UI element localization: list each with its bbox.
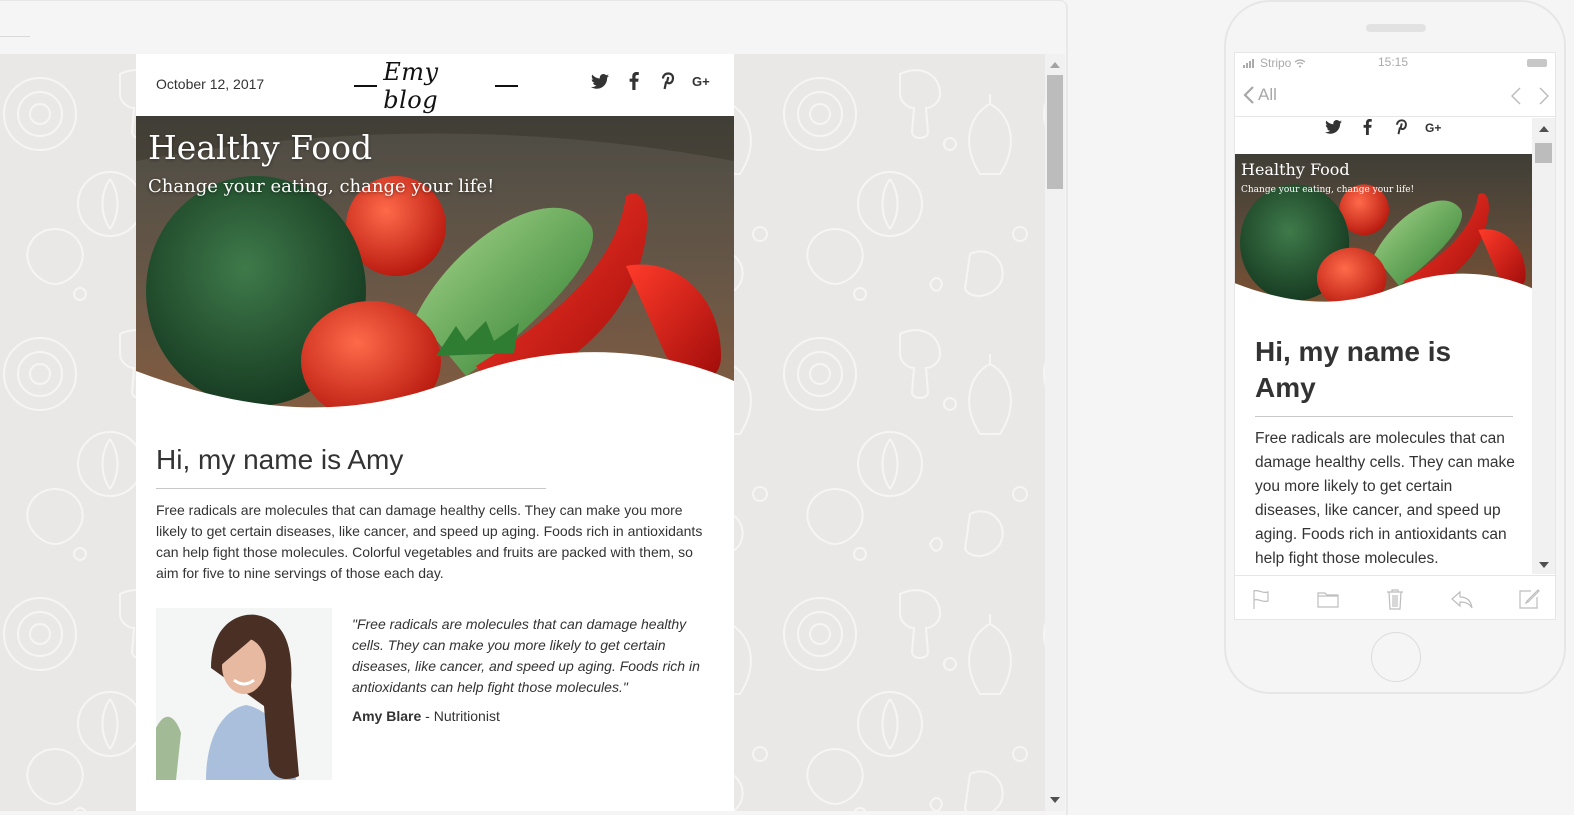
chevron-left-icon [1243,86,1254,104]
svg-text:G+: G+ [1425,121,1441,134]
google-plus-icon[interactable]: G+ [1425,118,1445,136]
mobile-greeting-heading: Hi, my name is Amy [1255,336,1452,403]
desktop-toolbar [0,1,1066,54]
divider [156,488,546,489]
mobile-hero-title: Healthy Food [1241,160,1350,179]
phone-speaker [1366,24,1426,32]
quote-text: "Free radicals are molecules that can da… [352,616,700,695]
email-content: Hi, my name is Amy Free radicals are mol… [136,444,734,780]
greeting-heading: Hi, my name is Amy [156,444,404,475]
wifi-icon [1294,58,1306,67]
author-role: - Nutritionist [421,708,500,724]
scroll-down-arrow[interactable] [1050,797,1060,803]
carrier: Stripo [1243,56,1306,70]
blog-logo[interactable]: Emy blog [354,58,518,114]
chevron-right-icon [1539,87,1550,105]
scroll-thumb[interactable] [1047,75,1063,189]
logo-dash-left [354,85,378,87]
mobile-divider [1255,416,1513,417]
pinterest-icon[interactable] [658,71,678,91]
reply-icon[interactable] [1450,587,1474,611]
mail-navbar: All [1235,75,1555,117]
chevron-left-icon [1510,87,1521,105]
mobile-email-viewport[interactable]: G+ Healthy Food Change your eating, chan… [1235,118,1532,574]
email-canvas[interactable]: October 12, 2017 Emy blog G+ Healthy Foo… [0,54,1045,811]
quote-author: Amy Blare - Nutritionist [352,708,704,724]
hero-banner: Healthy Food Change your eating, change … [136,116,734,412]
mobile-intro-paragraph: Free radicals are molecules that can dam… [1255,430,1515,567]
scroll-down-arrow[interactable] [1539,562,1549,568]
phone-screen: Stripo 15:15 All G+ Healthy Food Change … [1234,52,1556,620]
email-body: October 12, 2017 Emy blog G+ Healthy Foo… [136,54,734,811]
email-date: October 12, 2017 [156,76,265,92]
next-message-button[interactable] [1539,87,1550,110]
compose-icon[interactable] [1517,587,1541,611]
desktop-scrollbar[interactable] [1045,54,1065,811]
back-button[interactable]: All [1243,85,1277,105]
flag-icon[interactable] [1249,587,1273,611]
facebook-icon[interactable] [624,71,644,91]
quote-column: "Free radicals are molecules that can da… [352,608,704,780]
testimonial: "Free radicals are molecules that can da… [156,608,714,780]
signal-icon [1243,58,1254,68]
mobile-scrollbar[interactable] [1532,118,1555,574]
social-links: G+ [590,71,712,91]
hero-title: Healthy Food [148,128,373,167]
mobile-hero-banner: Healthy Food Change your eating, change … [1235,154,1532,304]
email-header: October 12, 2017 Emy blog G+ [136,54,734,116]
facebook-icon[interactable] [1357,118,1377,136]
logo-text: Emy blog [383,58,439,114]
mobile-hero-subtitle: Change your eating, change your life! [1241,185,1415,195]
twitter-icon[interactable] [590,71,610,91]
mobile-preview: Stripo 15:15 All G+ Healthy Food Change … [1224,0,1566,694]
hero-subtitle: Change your eating, change your life! [148,176,495,197]
scroll-thumb[interactable] [1535,143,1552,163]
status-time: 15:15 [1378,55,1409,69]
desktop-preview: October 12, 2017 Emy blog G+ Healthy Foo… [0,0,1068,815]
status-bar: Stripo 15:15 [1235,53,1555,75]
author-photo [156,608,332,780]
folder-icon[interactable] [1316,587,1340,611]
toolbar-tab-indicator [0,36,30,37]
google-plus-icon[interactable]: G+ [692,71,712,91]
author-name: Amy Blare [352,708,422,724]
mail-toolbar [1235,575,1555,619]
logo-dash-right [494,85,518,87]
home-button [1371,632,1421,682]
scroll-up-arrow[interactable] [1539,126,1549,132]
intro-paragraph: Free radicals are molecules that can dam… [156,502,703,581]
pinterest-icon[interactable] [1391,118,1411,136]
carrier-name: Stripo [1260,56,1292,70]
trash-icon[interactable] [1383,587,1407,611]
back-label: All [1258,85,1277,104]
battery-icon [1527,59,1547,67]
mobile-social-links: G+ [1323,118,1445,136]
previous-message-button[interactable] [1510,87,1521,110]
twitter-icon[interactable] [1323,118,1343,136]
scroll-up-arrow[interactable] [1050,62,1060,68]
svg-text:G+: G+ [692,74,710,88]
